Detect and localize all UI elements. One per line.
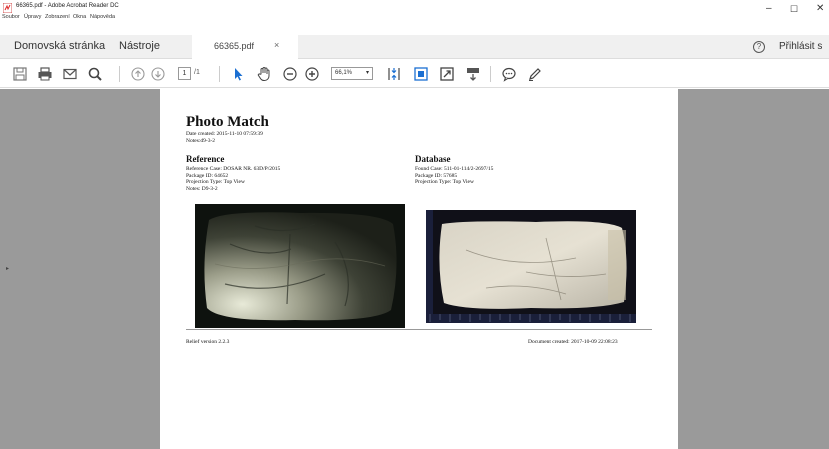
- menu-item-file[interactable]: Soubor: [2, 14, 20, 20]
- menu-item-window[interactable]: Okna: [73, 14, 86, 20]
- close-tab-icon[interactable]: ×: [274, 40, 279, 50]
- database-found-case: Found Case: 511-01-114/2-2697/15: [415, 166, 494, 172]
- menu-item-view[interactable]: Zobrazení: [45, 14, 70, 20]
- fullscreen-icon[interactable]: [439, 66, 455, 82]
- chevron-down-icon: ▾: [365, 70, 369, 76]
- reference-notes: Notes: D9-3-2: [186, 185, 218, 192]
- zoom-out-icon[interactable]: [282, 66, 298, 82]
- page-total: /1: [194, 69, 200, 76]
- menu-item-help[interactable]: Nápověda: [90, 14, 115, 20]
- tab-home[interactable]: Domovská stránka: [14, 40, 105, 52]
- document-meta: Date created: 2015-11-10 07:59:39 Notes:…: [186, 131, 263, 144]
- document-title: Photo Match: [186, 114, 269, 130]
- database-photo: [426, 210, 636, 323]
- acrobat-pdf-icon: [3, 3, 12, 13]
- notes: Notes:d9-3-2: [186, 137, 216, 144]
- footer-divider: [186, 329, 652, 330]
- footer-document-created: Document created: 2017-10-09 22:08:23: [528, 339, 618, 345]
- zoom-in-icon[interactable]: [304, 66, 320, 82]
- menu-item-edit[interactable]: Úpravy: [24, 14, 41, 20]
- tab-tools[interactable]: Nástroje: [119, 40, 160, 52]
- reference-heading: Reference: [186, 154, 225, 164]
- scroll-mode-icon[interactable]: [465, 66, 481, 82]
- comment-icon[interactable]: [501, 66, 517, 82]
- database-heading: Database: [415, 154, 451, 164]
- window-title: 66365.pdf - Adobe Acrobat Reader DC: [16, 3, 119, 9]
- highlight-pen-icon[interactable]: [527, 66, 543, 82]
- print-icon[interactable]: [37, 66, 53, 82]
- sign-in-link[interactable]: Přihlásit s: [779, 41, 822, 52]
- pdf-page: Photo Match Date created: 2015-11-10 07:…: [160, 89, 678, 449]
- close-button[interactable]: ✕: [816, 4, 824, 14]
- maximize-button[interactable]: ☐: [790, 4, 798, 14]
- reference-details: Reference Case: DOSAR NR. 63D/P/2015 Pac…: [186, 166, 280, 192]
- email-icon[interactable]: [62, 66, 78, 82]
- reference-case: Reference Case: DOSAR NR. 63D/P/2015: [186, 166, 281, 172]
- page-number-input[interactable]: 1: [178, 67, 191, 80]
- date-created: Date created: 2015-11-10 07:59:39: [186, 131, 263, 137]
- title-bar: 66365.pdf - Adobe Acrobat Reader DC – ☐ …: [0, 0, 829, 16]
- help-icon[interactable]: ?: [753, 41, 765, 53]
- database-projection: Projection Type: Top View: [415, 179, 474, 185]
- database-details: Found Case: 511-01-114/2-2697/15 Package…: [415, 166, 493, 186]
- document-viewport[interactable]: ▸ Photo Match Date created: 2015-11-10 0…: [0, 89, 829, 449]
- zoom-level-select[interactable]: 66,1% ▾: [331, 67, 373, 80]
- reference-photo: [195, 204, 405, 328]
- select-cursor-icon[interactable]: [230, 66, 246, 82]
- hand-tool-icon[interactable]: [256, 66, 272, 82]
- tab-document[interactable]: 66365.pdf ×: [192, 35, 298, 59]
- minimize-button[interactable]: –: [766, 4, 772, 14]
- tab-bar: Domovská stránka Nástroje 66365.pdf × ? …: [0, 35, 829, 59]
- zoom-level-value: 66,1%: [335, 70, 353, 76]
- search-icon[interactable]: [87, 66, 103, 82]
- toolbar: 1 /1 66,1% ▾: [0, 60, 829, 88]
- side-panel-toggle-icon[interactable]: ▸: [6, 265, 9, 272]
- page-up-icon[interactable]: [130, 66, 146, 82]
- page-down-icon[interactable]: [150, 66, 166, 82]
- footer-version: Relief version 2.2.3: [186, 339, 230, 345]
- save-icon[interactable]: [12, 66, 28, 82]
- document-tab-label: 66365.pdf: [214, 41, 255, 51]
- fit-width-icon[interactable]: [413, 66, 429, 82]
- fit-page-icon[interactable]: [386, 66, 402, 82]
